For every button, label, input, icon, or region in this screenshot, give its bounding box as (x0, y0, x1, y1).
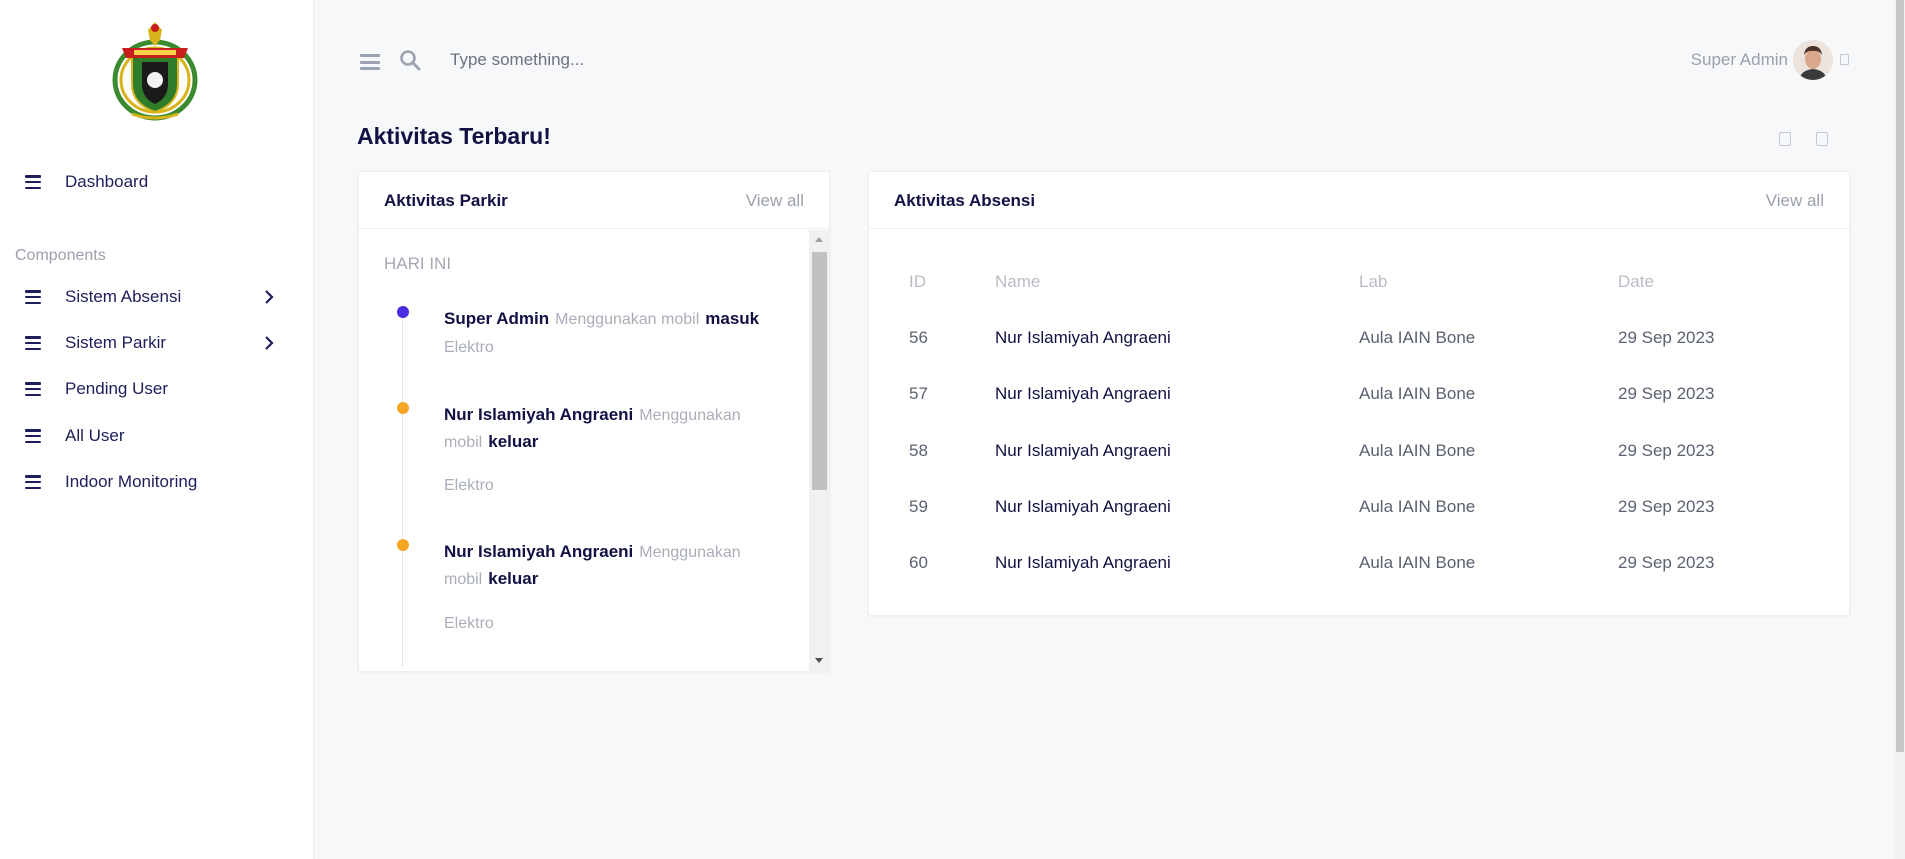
sidebar-item-label: Dashboard (65, 172, 149, 191)
cell-id: 60 (909, 553, 928, 572)
cell-date: 29 Sep 2023 (1618, 497, 1715, 516)
section-title: Components (15, 247, 106, 264)
cell-name: Nur Islamiyah Angraeni (995, 328, 1171, 347)
cell-lab: Aula IAIN Bone (1359, 497, 1476, 516)
column-header-name: Name (995, 272, 1041, 291)
scrollbar[interactable] (809, 230, 829, 671)
parkir-card: Aktivitas Parkir View all HARI INI Super… (358, 171, 830, 672)
cell-lab: Aula IAIN Bone (1359, 384, 1476, 403)
sidebar-item-pending-user[interactable]: Pending User (22, 374, 292, 404)
user-name[interactable]: Super Admin (1691, 50, 1788, 70)
menu-icon (22, 473, 44, 491)
view-all-link[interactable]: View all (746, 191, 804, 211)
cell-id: 56 (909, 328, 928, 347)
day-label: HARI INI (384, 254, 452, 273)
timeline-line (402, 307, 403, 667)
timeline-entry: Nur Islamiyah Angraeni Menggunakan mobil k… (444, 402, 784, 456)
entry-direction: masuk (705, 309, 760, 328)
cell-date: 29 Sep 2023 (1618, 441, 1715, 460)
sidebar-item-sistem-parkir[interactable]: Sistem Parkir (22, 328, 292, 358)
page-scrollbar-thumb[interactable] (1896, 0, 1904, 752)
card-header: Aktivitas Absensi View all (869, 172, 1849, 229)
sidebar-item-indoor-monitoring[interactable]: Indoor Monitoring (22, 467, 292, 497)
absensi-card: Aktivitas Absensi View all ID Name Lab D… (868, 171, 1850, 616)
dropdown-icon[interactable] (1840, 54, 1849, 65)
page-scrollbar[interactable] (1895, 0, 1905, 859)
cell-id: 59 (909, 497, 928, 516)
cell-name: Nur Islamiyah Angraeni (995, 384, 1171, 403)
timeline-entry: Nur Islamiyah Angraeni Menggunakan mobil k… (444, 539, 784, 593)
menu-icon (22, 288, 44, 306)
entry-direction: keluar (488, 432, 539, 451)
entry-name: Super Admin (444, 309, 550, 328)
sidebar-item-dashboard[interactable]: Dashboard (22, 167, 292, 197)
sidebar-item-label: Sistem Absensi (65, 287, 182, 306)
settings-icon[interactable] (1816, 132, 1828, 146)
menu-icon (22, 380, 44, 398)
sidebar-item-label: Pending User (65, 379, 169, 398)
scroll-up-arrow-icon[interactable] (815, 237, 823, 242)
entry-place: Elektro (444, 615, 494, 632)
card-title: Aktivitas Parkir (384, 191, 508, 210)
search-input[interactable] (450, 44, 930, 76)
timeline-dot (397, 402, 409, 414)
cell-lab: Aula IAIN Bone (1359, 328, 1476, 347)
column-header-date: Date (1618, 272, 1654, 291)
page-title: Aktivitas Terbaru! (357, 123, 551, 149)
sidebar-item-sistem-absensi[interactable]: Sistem Absensi (22, 282, 292, 312)
chevron-right-icon (265, 336, 274, 350)
sidebar-item-label: All User (65, 426, 125, 445)
view-all-link[interactable]: View all (1766, 191, 1824, 211)
avatar[interactable] (1793, 40, 1833, 80)
sidebar-item-all-user[interactable]: All User (22, 421, 292, 451)
sidebar-item-label: Indoor Monitoring (65, 472, 198, 491)
cell-lab: Aula IAIN Bone (1359, 553, 1476, 572)
cell-date: 29 Sep 2023 (1618, 553, 1715, 572)
timeline-entry: Super Admin Menggunakan mobil masuk (444, 306, 784, 333)
chevron-right-icon (265, 290, 274, 304)
cell-name: Nur Islamiyah Angraeni (995, 497, 1171, 516)
cell-id: 57 (909, 384, 928, 403)
cell-date: 29 Sep 2023 (1618, 328, 1715, 347)
entry-name: Nur Islamiyah Angraeni (444, 542, 634, 561)
university-logo[interactable] (112, 18, 198, 122)
entry-name: Nur Islamiyah Angraeni (444, 405, 634, 424)
sidebar: Dashboard Components Sistem Absensi Sist… (0, 0, 314, 859)
cell-lab: Aula IAIN Bone (1359, 441, 1476, 460)
scroll-down-arrow-icon[interactable] (815, 658, 823, 663)
card-header: Aktivitas Parkir View all (359, 172, 829, 229)
card-title: Aktivitas Absensi (894, 191, 1036, 210)
column-header-id: ID (909, 272, 926, 291)
column-header-lab: Lab (1359, 272, 1388, 291)
entry-action: Menggunakan mobil (555, 311, 700, 328)
timeline-dot (397, 539, 409, 551)
menu-toggle-icon[interactable] (358, 52, 382, 72)
menu-icon (22, 427, 44, 445)
entry-direction: keluar (488, 569, 539, 588)
sidebar-item-label: Sistem Parkir (65, 333, 167, 352)
timeline-dot (397, 306, 409, 318)
cell-date: 29 Sep 2023 (1618, 384, 1715, 403)
entry-place: Elektro (444, 477, 494, 494)
menu-icon (22, 173, 44, 191)
calendar-icon[interactable] (1779, 132, 1791, 146)
search-icon[interactable] (398, 48, 422, 72)
scrollbar-thumb[interactable] (812, 252, 827, 490)
cell-name: Nur Islamiyah Angraeni (995, 553, 1171, 572)
cell-id: 58 (909, 441, 928, 460)
menu-icon (22, 334, 44, 352)
entry-place: Elektro (444, 339, 494, 356)
cell-name: Nur Islamiyah Angraeni (995, 441, 1171, 460)
